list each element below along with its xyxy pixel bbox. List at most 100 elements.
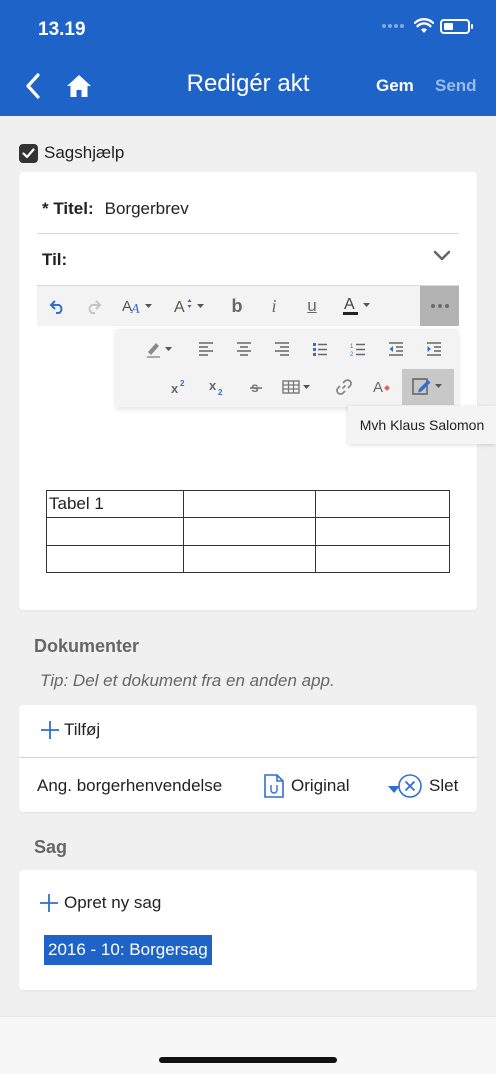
document-name[interactable]: Ang. borgerhenvendelse [37,776,222,796]
indent-icon [427,342,441,356]
link-icon [336,379,352,395]
more-options-button[interactable] [420,286,459,326]
title-field[interactable]: * Titel: Borgerbrev [42,199,189,219]
bold-icon: b [231,295,243,316]
subscript-icon: x 2 [209,378,223,396]
save-button[interactable]: Gem [376,76,414,96]
status-time: 13.19 [38,19,86,40]
selected-sag-chip[interactable]: 2016 - 10: Borgersag [44,935,212,965]
sag-heading: Sag [34,837,68,857]
align-right-button[interactable] [270,331,294,367]
subscript-button[interactable]: x 2 [206,369,230,405]
sagshjaelp-label: Sagshjælp [44,143,125,162]
font-color-button[interactable]: A [340,286,376,326]
bullet-list-button[interactable] [308,331,332,367]
send-button[interactable]: Send [435,76,477,96]
editor-table-row [46,517,450,546]
editor-table-cell[interactable] [182,489,317,519]
svg-text:x: x [171,381,179,395]
editor-table-cell[interactable] [182,544,317,574]
delete-document-label: Slet [429,776,459,795]
to-label: Til: [42,250,68,269]
superscript-icon: x 2 [171,379,185,395]
battery-icon [440,18,473,34]
title-divider [37,233,459,234]
superscript-button[interactable]: x 2 [168,369,192,405]
numbered-list-icon: 1 2 [350,343,365,356]
editor-toolbar: A A A b i u A [37,286,459,326]
svg-text:A: A [130,302,140,316]
svg-text:1: 1 [350,344,354,350]
editor-table-cell[interactable] [46,544,184,574]
plus-icon [40,894,58,912]
clear-format-button[interactable]: A [370,369,394,405]
undo-button[interactable] [45,286,69,326]
add-document-label: Tilføj [64,720,101,739]
outdent-button[interactable] [384,331,408,367]
signature-tooltip[interactable]: Mvh Klaus Salomon [348,406,496,444]
font-family-button[interactable]: A A [121,286,155,326]
insert-link-button[interactable] [332,369,356,405]
underline-button[interactable]: u [300,286,324,326]
font-size-icon: A [174,299,204,316]
align-center-icon [237,342,251,356]
create-sag-label: Opret ny sag [64,893,162,912]
strikethrough-button[interactable]: s [244,369,268,405]
svg-text:x: x [209,378,217,393]
documents-divider [19,757,477,758]
checkmark-icon [22,147,35,158]
table-icon [282,380,310,394]
align-right-icon [275,342,289,356]
documents-tip: Tip: Del et dokument fra en anden app. [40,671,335,690]
editor-table-cell[interactable] [46,517,184,546]
numbered-list-button[interactable]: 1 2 [346,331,370,367]
sagshjaelp-toggle[interactable]: Sagshjælp [19,143,124,163]
home-indicator[interactable] [159,1057,337,1063]
align-left-button[interactable] [194,331,218,367]
close-circle-icon [398,774,422,798]
delete-document-button[interactable]: Slet [397,771,458,801]
wifi-icon [414,18,434,33]
signature-button[interactable] [402,369,454,405]
redo-button[interactable] [81,286,105,326]
sagshjaelp-checkbox[interactable] [19,143,38,163]
editor-table[interactable]: Tabel 1 [46,489,450,574]
sag-card: Opret ny sag 2016 - 10: Borgersag [19,870,477,990]
redo-icon [88,299,101,314]
indent-button[interactable] [422,331,446,367]
chevron-down-icon [433,250,451,261]
document-row: Ang. borgerhenvendelse Original Slet [37,771,467,801]
clear-format-icon: A [373,379,390,396]
editor-card: * Titel: Borgerbrev Til: A A A b i u A 1… [19,172,477,610]
document-version: Original [291,776,350,795]
create-sag-button[interactable]: Opret ny sag [39,893,161,913]
editor-table-cell[interactable] [315,489,450,519]
editor-table-cell[interactable] [315,544,450,574]
align-center-button[interactable] [232,331,256,367]
italic-button[interactable]: i [262,286,286,326]
undo-icon [49,299,62,314]
add-document-button[interactable]: Tilføj [40,720,100,740]
bold-button[interactable]: b [225,286,249,326]
documents-heading: Dokumenter [34,636,140,656]
svg-text:A: A [344,296,355,313]
underline-icon: u [307,296,317,315]
editor-table-cell[interactable] [315,517,450,546]
insert-table-button[interactable] [280,369,316,405]
highlighter-icon [147,343,172,358]
bottom-bar [0,1016,496,1074]
to-dropdown-button[interactable] [433,248,451,267]
align-left-icon [199,342,213,356]
highlight-button[interactable] [142,331,178,367]
title-value[interactable]: Borgerbrev [105,199,189,219]
svg-text:2: 2 [218,388,223,396]
editor-table-row [46,544,450,574]
editor-table-cell[interactable]: Tabel 1 [46,489,184,519]
font-size-button[interactable]: A [173,286,207,326]
title-label: * Titel: [42,199,94,218]
page-title: Redigér akt [186,70,310,97]
editor-table-cell[interactable] [182,517,317,546]
more-icon [430,304,449,308]
font-family-icon: A A [122,298,152,316]
document-version-selector[interactable]: Original [263,771,350,801]
